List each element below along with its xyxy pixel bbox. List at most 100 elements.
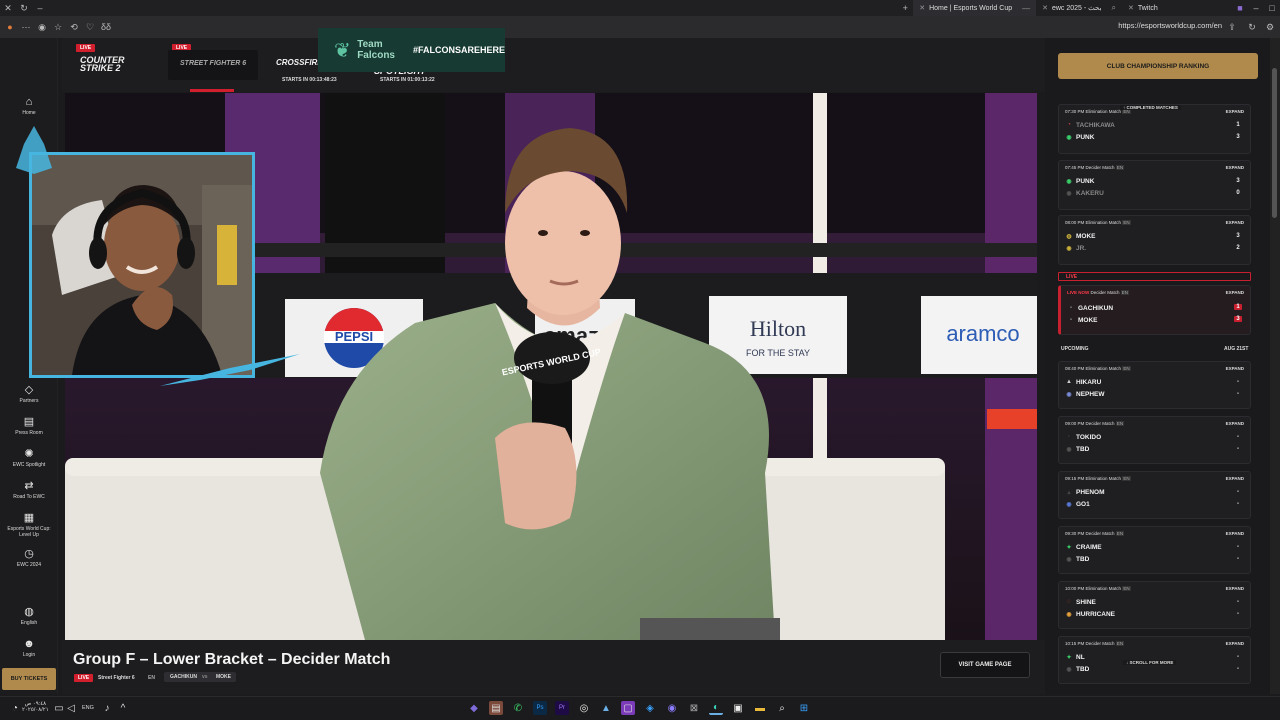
expand-button[interactable]: EXPAND <box>1226 641 1244 646</box>
match-card[interactable]: 10:00 PM Elimination Match EN EXPAND ◌ SHIN… <box>1058 581 1251 629</box>
maximize-window-icon[interactable]: □ <box>1264 0 1280 16</box>
expand-button[interactable]: EXPAND <box>1226 476 1244 481</box>
match-card[interactable]: 08:00 PM Elimination Match EN EXPAND ◍ MOKE… <box>1058 215 1251 265</box>
cam-flare-decoration <box>160 350 300 386</box>
match-card[interactable]: LIVE NOW Decider Match EN EXPAND ▪ GACHIKUN… <box>1058 285 1251 335</box>
new-tab-icon[interactable]: + <box>897 0 913 16</box>
steam-icon[interactable]: ▲ <box>599 701 613 715</box>
match-card[interactable]: 09:00 PM Decider Match EN EXPAND · TOKIDO - ◉… <box>1058 416 1251 464</box>
chrome-icon[interactable]: ◎ <box>577 701 591 715</box>
game-logo-sf6: STREET FIGHTER 6 <box>180 60 247 67</box>
sidebar-item-press-room[interactable]: ▤ Press Room <box>0 416 58 436</box>
address-shortcut[interactable]: δδ <box>98 19 114 35</box>
search-icon[interactable]: ⌕ <box>775 701 789 715</box>
app-icon[interactable]: ▤ <box>489 701 503 715</box>
expand-button[interactable]: EXPAND <box>1226 165 1244 170</box>
store-icon[interactable]: ▣ <box>731 701 745 715</box>
match-card[interactable]: 09:15 PM Elimination Match EN EXPAND ▴ PHEN… <box>1058 471 1251 519</box>
app-icon[interactable]: ⊠ <box>687 701 701 715</box>
expand-button[interactable]: EXPAND <box>1226 421 1244 426</box>
url-field[interactable]: https://esportsworldcup.com/en <box>1118 21 1222 30</box>
sidebar-item-label: Home <box>22 110 36 116</box>
share-icon[interactable]: ⇪ <box>1224 19 1240 35</box>
expand-button[interactable]: EXPAND <box>1226 220 1244 225</box>
sidebar-item-road-to-ewc[interactable]: ⇄ Road To EWC <box>0 480 58 500</box>
partners-icon: ◇ <box>24 384 34 396</box>
discord-icon[interactable]: ◉ <box>665 701 679 715</box>
team-name: MOKE <box>1076 232 1096 240</box>
expand-button[interactable]: EXPAND <box>1226 531 1244 536</box>
sidebar-item-language[interactable]: ◍ English <box>0 606 58 626</box>
taskbar-clock[interactable]: ٠٩:٤٨ ص ٢٠٢٥/٠٨/٢١ <box>22 701 49 713</box>
team-name: NL <box>1076 653 1085 661</box>
close-window-icon[interactable]: ✕ <box>0 0 16 16</box>
match-card[interactable]: 09:30 PM Decider Match EN EXPAND ✦ CRAIME - ◉… <box>1058 526 1251 574</box>
profile-icon[interactable]: ◉ <box>34 19 50 35</box>
team-falcons-banner[interactable]: ❦ Team Falcons #FALCONSAREHERE <box>318 28 505 72</box>
tab-search[interactable]: ✕ ewc 2025 - بحث ⌕ <box>1036 0 1122 16</box>
mic-icon[interactable]: ♪ <box>100 701 114 715</box>
windows-start-icon[interactable]: ⊞ <box>797 701 811 715</box>
sidebar-item-ewc-2024[interactable]: ◷ EWC 2024 <box>0 548 58 568</box>
history-back-icon[interactable]: ⟲ <box>66 19 82 35</box>
folder-icon[interactable]: ▬ <box>753 701 767 715</box>
sidebar-item-spotlight[interactable]: ✺ EWC Spotlight <box>0 448 58 468</box>
match-card[interactable]: 07:30 PM Elimination Match EN EXPAND ◔ TACH… <box>1058 104 1251 154</box>
team-row: ◉ JR. <box>1065 244 1086 252</box>
game-logo-cs2[interactable]: COUNTER STRIKE 2 <box>80 56 150 73</box>
tab-twitch[interactable]: ✕ Twitch <box>1122 0 1232 16</box>
photoshop-icon[interactable]: Ps <box>533 701 547 715</box>
whatsapp-icon[interactable]: ✆ <box>511 701 525 715</box>
volume-icon[interactable]: ◁ <box>64 701 78 715</box>
refresh-icon[interactable]: ↻ <box>16 0 32 16</box>
game-tab-sf6[interactable]: STREET FIGHTER 6 <box>168 50 258 80</box>
notification-icon[interactable]: ◔ <box>8 701 22 715</box>
scroll-for-more[interactable]: ↓ SCROLL FOR MORE <box>1123 660 1177 665</box>
tab-close-icon[interactable]: ✕ <box>1128 4 1134 12</box>
browser-tab-bar: ✕ ↻ – + ✕ Home | Esports World Cup — ✕ e… <box>0 0 1280 16</box>
buy-tickets-button[interactable]: BUY TICKETS <box>2 668 56 690</box>
favorite-icon[interactable]: ♡ <box>82 19 98 35</box>
minimize-window-icon[interactable]: – <box>1248 0 1264 16</box>
club-championship-ranking-button[interactable]: CLUB CHAMPIONSHIP RANKING <box>1058 53 1258 79</box>
sidebar-item-label: EWC Spotlight <box>12 462 46 468</box>
settings-icon[interactable]: ⚙ <box>1262 19 1278 35</box>
match-card[interactable]: 08:40 PM Elimination Match EN EXPAND ▲ HIKA… <box>1058 361 1251 409</box>
menu-dots-icon[interactable]: ⋯ <box>18 19 34 35</box>
sidebar-item-level-up[interactable]: ▦ Esports World Cup: Level Up <box>0 512 58 538</box>
sidebar-item-partners[interactable]: ◇ Partners <box>0 384 58 404</box>
sidebar-item-login[interactable]: ☻ Login <box>0 638 58 658</box>
team-score: - <box>1237 611 1239 617</box>
expand-button[interactable]: EXPAND <box>1226 290 1244 295</box>
premiere-icon[interactable]: Pr <box>555 701 569 715</box>
expand-button[interactable]: EXPAND <box>1226 586 1244 591</box>
team-name: GACHIKUN <box>1078 304 1114 312</box>
app-icon[interactable]: ▢ <box>621 701 635 715</box>
twitch-app-icon[interactable]: ◆ <box>467 701 481 715</box>
page-scrollbar[interactable] <box>1270 38 1280 694</box>
team-name: TACHIKAWA <box>1076 121 1115 129</box>
edge-icon[interactable]: ◐ <box>709 701 723 715</box>
tray-chevron-icon[interactable]: ^ <box>116 701 130 715</box>
app-icon[interactable]: ◈ <box>643 701 657 715</box>
tab-close-icon[interactable]: ✕ <box>919 4 925 12</box>
tab-ewc-home[interactable]: ✕ Home | Esports World Cup — <box>913 0 1037 16</box>
expand-button[interactable]: EXPAND <box>1226 109 1244 114</box>
tab-close-icon[interactable]: ✕ <box>1042 4 1048 12</box>
match-card[interactable]: 07:45 PM Decider Match EN EXPAND ◉ PUNK 3 ◉ KA… <box>1058 160 1251 210</box>
input-language[interactable]: ENG <box>82 705 94 711</box>
match-card-header: 08:40 PM Elimination Match EN <box>1065 366 1131 371</box>
extension-icon[interactable]: ■ <box>1232 0 1248 16</box>
match-time: 07:30 PM <box>1065 109 1085 114</box>
sidebar-item-home[interactable]: ⌂ Home <box>0 96 58 116</box>
game-logo-crossfire[interactable]: CROSSFIRE <box>276 58 323 67</box>
bookmark-icon[interactable]: ☆ <box>50 19 66 35</box>
reload-icon[interactable]: ↻ <box>1244 19 1260 35</box>
sidebar-item-label: Press Room <box>15 430 43 436</box>
completed-matches-toggle[interactable]: ↑ COMPLETED MATCHES <box>1120 105 1181 110</box>
visit-game-page-button[interactable]: VISIT GAME PAGE <box>940 652 1030 678</box>
scrollbar-thumb[interactable] <box>1272 68 1277 218</box>
team-row: ◉ TBD <box>1065 665 1089 673</box>
minimize-icon[interactable]: – <box>32 0 48 16</box>
expand-button[interactable]: EXPAND <box>1226 366 1244 371</box>
